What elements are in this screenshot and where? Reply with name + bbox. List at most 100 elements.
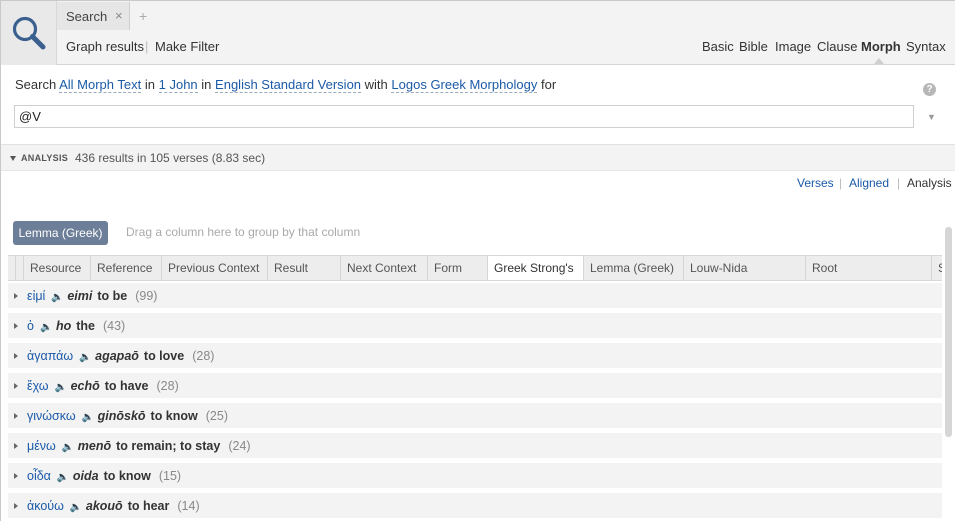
morphology-dropdown[interactable]: Logos Greek Morphology [391, 77, 538, 93]
expand-triangle-icon[interactable] [14, 293, 18, 299]
view-separator: | [839, 176, 843, 190]
lemma-cell: μένω 🔈 menō to remain; to stay (24) [27, 439, 251, 453]
lemma-cell: ἀγαπάω 🔈 agapaō to love (28) [27, 349, 214, 363]
query-for-label: for [541, 77, 557, 92]
lemma-transliteration: akouō [85, 499, 123, 513]
version-dropdown[interactable]: English Standard Version [215, 77, 362, 93]
column-lemma-greek[interactable]: Lemma (Greek) [583, 256, 683, 280]
expand-triangle-icon[interactable] [14, 473, 18, 479]
view-verses[interactable]: Verses [797, 176, 834, 190]
make-filter-button[interactable]: Make Filter [155, 39, 219, 54]
lemma-transliteration: eimi [67, 289, 93, 303]
speaker-icon[interactable]: 🔈 [55, 382, 67, 393]
lemma-group-row[interactable]: εἰμί 🔈 eimi to be (99) [8, 283, 942, 309]
speaker-icon[interactable]: 🔈 [62, 442, 74, 453]
search-input[interactable] [14, 105, 914, 128]
lemma-greek[interactable]: γινώσκω [27, 409, 76, 423]
lemma-transliteration: oida [72, 469, 99, 483]
speaker-icon[interactable]: 🔈 [79, 352, 91, 363]
analysis-section-header[interactable]: ANALYSIS 436 results in 105 verses (8.83… [1, 144, 955, 171]
lemma-gloss: to hear [127, 499, 170, 513]
query-with-label: with [364, 77, 388, 92]
results-summary: 436 results in 105 verses (8.83 sec) [75, 151, 266, 165]
lemma-count: (28) [156, 379, 179, 393]
speaker-icon[interactable]: 🔈 [40, 322, 52, 333]
results-scrollbar[interactable] [945, 227, 952, 437]
expand-triangle-icon[interactable] [14, 443, 18, 449]
query-prefix: Search [15, 77, 57, 92]
search-window: Search × + Graph results | Make Filter B… [0, 0, 955, 521]
lemma-greek[interactable]: ἀγαπάω [27, 349, 73, 363]
lemma-cell: ὁ 🔈 ho the (43) [27, 319, 125, 333]
tab-close-icon[interactable]: × [115, 8, 123, 23]
column-root[interactable]: Root [805, 256, 931, 280]
speaker-icon[interactable]: 🔈 [82, 412, 94, 423]
speaker-icon[interactable]: 🔈 [51, 292, 63, 303]
speaker-icon[interactable]: 🔈 [70, 502, 82, 513]
column-result[interactable]: Result [267, 256, 340, 280]
query-definition: Search All Morph Text in 1 John in Engli… [15, 77, 557, 93]
speaker-icon[interactable]: 🔈 [57, 472, 69, 483]
mode-basic[interactable]: Basic [702, 39, 734, 54]
tab-search[interactable]: Search × [57, 2, 130, 30]
collapse-triangle-icon[interactable] [10, 156, 16, 161]
lemma-group-row[interactable]: ἀγαπάω 🔈 agapaō to love (28) [8, 343, 942, 369]
lemma-count: (24) [228, 439, 251, 453]
mode-clause[interactable]: Clause [817, 39, 857, 54]
column-header-bar: Resource Reference Previous Context Resu… [8, 255, 942, 281]
lemma-gloss: to love [143, 349, 185, 363]
mode-image[interactable]: Image [775, 39, 811, 54]
help-icon[interactable]: ? [923, 83, 936, 96]
lemma-group-row[interactable]: οἶδα 🔈 oida to know (15) [8, 463, 942, 489]
column-louw-nida[interactable]: Louw-Nida [683, 256, 805, 280]
lemma-transliteration: menō [77, 439, 112, 453]
lemma-group-row[interactable]: ἔχω 🔈 echō to have (28) [8, 373, 942, 399]
mode-bible[interactable]: Bible [739, 39, 768, 54]
lemma-greek[interactable]: εἰμί [27, 289, 45, 303]
expand-triangle-icon[interactable] [14, 323, 18, 329]
magnifier-icon [12, 16, 46, 50]
book-dropdown[interactable]: 1 John [158, 77, 198, 93]
lemma-greek[interactable]: ὁ [27, 319, 34, 333]
new-tab-button[interactable]: + [139, 8, 147, 24]
mode-syntax[interactable]: Syntax [906, 39, 946, 54]
expand-triangle-icon[interactable] [14, 503, 18, 509]
scope-dropdown[interactable]: All Morph Text [59, 77, 142, 93]
tab-search-label: Search [66, 9, 108, 24]
expand-triangle-icon[interactable] [14, 413, 18, 419]
lemma-greek[interactable]: ἔχω [27, 379, 49, 393]
lemma-gloss: to be [97, 289, 128, 303]
view-analysis[interactable]: Analysis [907, 176, 952, 190]
lemma-count: (14) [177, 499, 200, 513]
lemma-count: (43) [102, 319, 126, 333]
column-overflow[interactable]: S [931, 256, 942, 280]
column-next-context[interactable]: Next Context [340, 256, 427, 280]
lemma-group-row[interactable]: μένω 🔈 menō to remain; to stay (24) [8, 433, 942, 459]
column-previous-context[interactable]: Previous Context [161, 256, 267, 280]
lemma-transliteration: ginōskō [97, 409, 146, 423]
search-history-dropdown-icon[interactable]: ▼ [927, 112, 936, 122]
lemma-group-row[interactable]: γινώσκω 🔈 ginōskō to know (25) [8, 403, 942, 429]
lemma-greek[interactable]: ἀκούω [27, 499, 64, 513]
graph-results-button[interactable]: Graph results [66, 39, 144, 54]
lemma-greek[interactable]: μένω [27, 439, 56, 453]
lemma-gloss: to have [104, 379, 149, 393]
expand-triangle-icon[interactable] [14, 353, 18, 359]
lemma-greek[interactable]: οἶδα [27, 469, 51, 483]
expand-triangle-icon[interactable] [14, 383, 18, 389]
column-handle[interactable] [15, 256, 23, 280]
lemma-transliteration: echō [70, 379, 100, 393]
column-resource[interactable]: Resource [23, 256, 90, 280]
lemma-gloss: to know [150, 409, 198, 423]
lemma-group-row[interactable]: ὁ 🔈 ho the (43) [8, 313, 942, 339]
toolbar-separator: | [145, 39, 149, 54]
active-mode-indicator [874, 58, 884, 64]
view-aligned[interactable]: Aligned [849, 176, 889, 190]
group-by-lemma-chip[interactable]: Lemma (Greek) [13, 221, 108, 245]
column-form[interactable]: Form [427, 256, 487, 280]
analysis-label: ANALYSIS [21, 153, 69, 163]
column-greek-strongs[interactable]: Greek Strong's [487, 256, 583, 280]
mode-morph[interactable]: Morph [861, 39, 901, 54]
lemma-group-row[interactable]: ἀκούω 🔈 akouō to hear (14) [8, 493, 942, 519]
column-reference[interactable]: Reference [90, 256, 161, 280]
